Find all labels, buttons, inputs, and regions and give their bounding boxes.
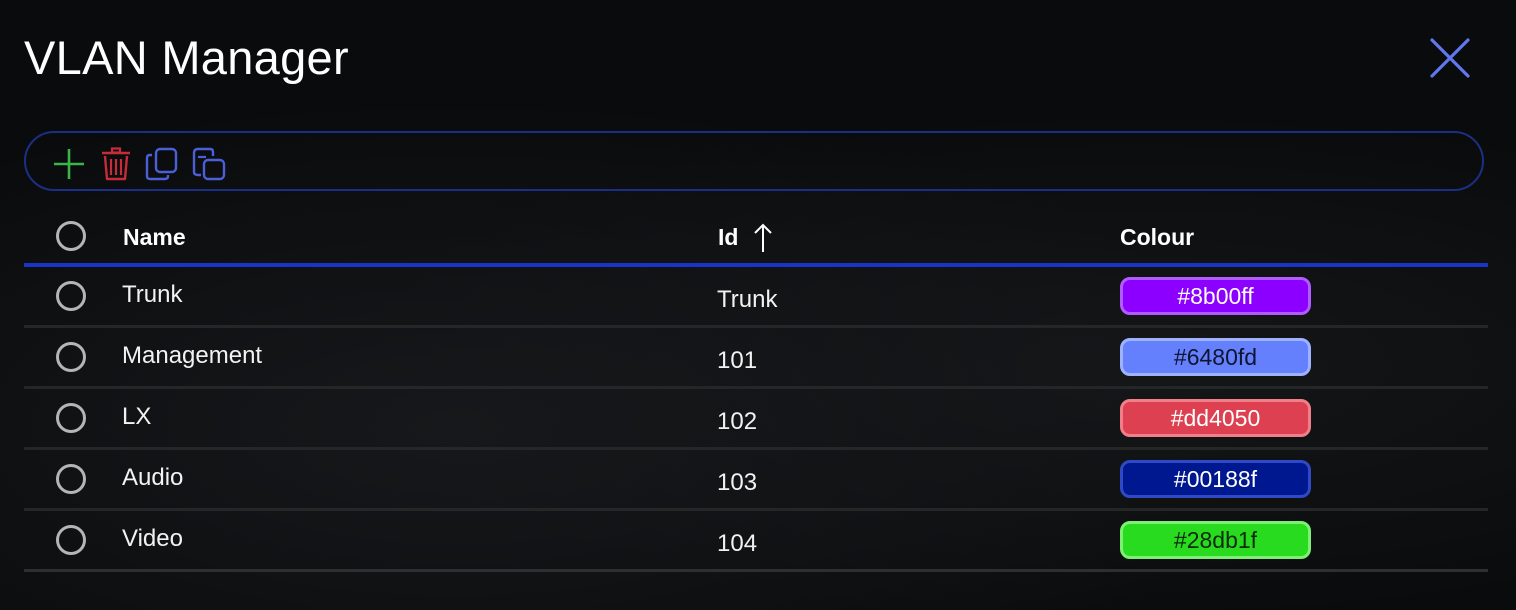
- vlan-id: 104: [717, 530, 758, 557]
- row-select-radio[interactable]: [56, 281, 86, 311]
- colour-swatch[interactable]: #dd4050: [1120, 399, 1311, 437]
- vlan-id: 103: [717, 469, 758, 496]
- vlan-name: LX: [122, 403, 152, 430]
- vlan-id: 101: [717, 347, 758, 374]
- row-select-radio[interactable]: [56, 464, 86, 494]
- vlan-id: Trunk: [717, 286, 778, 313]
- vlan-name: Video: [122, 525, 183, 552]
- column-header-name[interactable]: Name: [123, 224, 186, 251]
- vlan-name: Management: [122, 342, 263, 369]
- column-header-id[interactable]: Id: [718, 224, 738, 251]
- colour-swatch[interactable]: #6480fd: [1120, 338, 1311, 376]
- row-select-radio[interactable]: [56, 342, 86, 372]
- add-button[interactable]: [52, 147, 86, 181]
- paste-icon: [192, 147, 226, 181]
- delete-button[interactable]: [99, 147, 133, 181]
- arrow-up-icon: [754, 223, 772, 252]
- vlan-name: Trunk: [122, 281, 183, 308]
- close-icon: [1430, 38, 1470, 78]
- vlan-table: Name Id Colour Trunk Trunk #8b00ff Manag…: [24, 208, 1488, 572]
- close-button[interactable]: [1428, 36, 1472, 80]
- vlan-id: 102: [717, 408, 758, 435]
- select-all-radio[interactable]: [56, 221, 86, 251]
- table-header: Name Id Colour: [24, 208, 1488, 267]
- toolbar: [24, 131, 1484, 191]
- trash-icon: [102, 147, 130, 181]
- copy-icon: [145, 147, 178, 181]
- table-row[interactable]: LX 102 #dd4050: [24, 389, 1488, 450]
- colour-swatch[interactable]: #00188f: [1120, 460, 1311, 498]
- row-select-radio[interactable]: [56, 525, 86, 555]
- row-select-radio[interactable]: [56, 403, 86, 433]
- table-row[interactable]: Audio 103 #00188f: [24, 450, 1488, 511]
- sort-ascending-button[interactable]: [752, 222, 774, 254]
- column-header-colour[interactable]: Colour: [1120, 224, 1194, 251]
- table-row[interactable]: Management 101 #6480fd: [24, 328, 1488, 389]
- paste-button[interactable]: [192, 147, 226, 181]
- copy-button[interactable]: [145, 147, 179, 181]
- table-row[interactable]: Trunk Trunk #8b00ff: [24, 267, 1488, 328]
- dialog-title: VLAN Manager: [24, 31, 349, 84]
- colour-swatch[interactable]: #28db1f: [1120, 521, 1311, 559]
- plus-icon: [54, 149, 84, 179]
- table-row[interactable]: Video 104 #28db1f: [24, 511, 1488, 572]
- colour-swatch[interactable]: #8b00ff: [1120, 277, 1311, 315]
- vlan-name: Audio: [122, 464, 184, 491]
